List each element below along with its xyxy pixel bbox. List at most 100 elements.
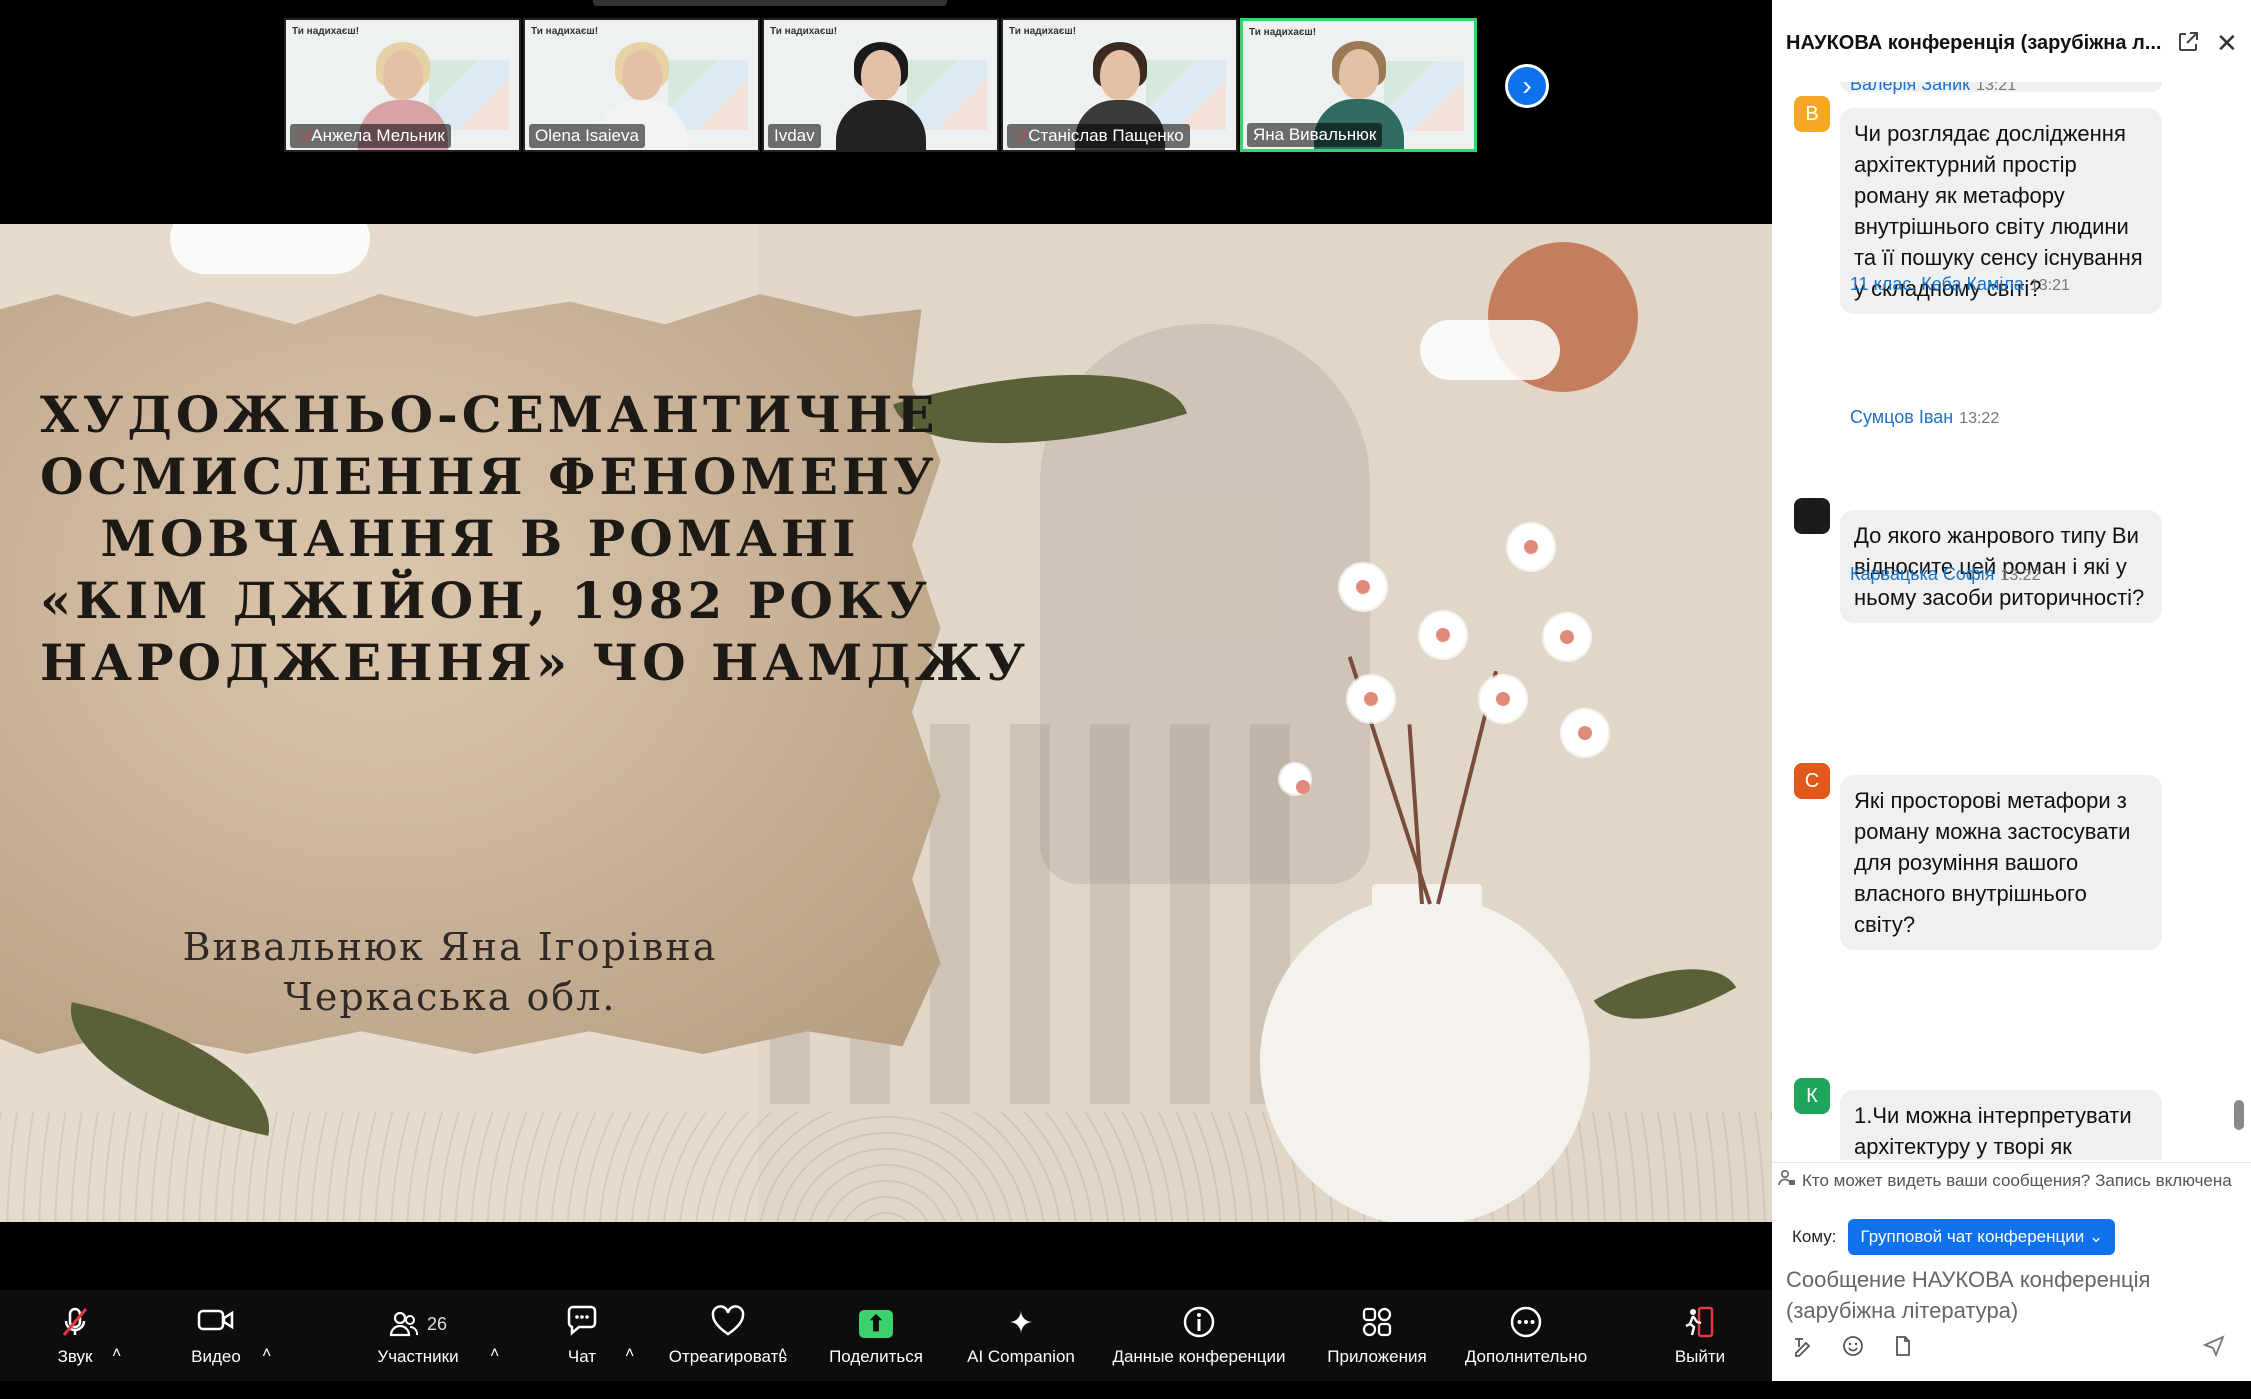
slide-title-line: Художньо-семантичне [40, 385, 939, 444]
participant-face [1338, 49, 1379, 99]
chat-messages[interactable]: Валерія Заник 13:21 В Чи розглядає дослідже… [1772, 82, 2251, 1160]
video-options-caret[interactable]: ˄ [262, 1308, 271, 1399]
message-author[interactable]: Сумцов Іван [1850, 407, 1953, 427]
apps-button[interactable]: Приложения [1322, 1290, 1432, 1381]
slide-title-line: народження» Чо Намджу [40, 633, 1030, 692]
participant-name: Olena Isaieva [535, 126, 639, 145]
leave-door-icon [1683, 1305, 1717, 1343]
slide-flower [1480, 676, 1526, 722]
participant-tile[interactable]: Ти надихаєш! Яна Вивальнюк [1240, 18, 1477, 152]
message-visibility-notice[interactable]: Кто может видеть ваши сообщения? Запись … [1772, 1162, 2251, 1198]
recipient-value: Групповой чат конференции [1860, 1227, 2085, 1246]
slide-author-name: Вивальнюк Яна Ігорівна [182, 925, 718, 969]
chat-title: НАУКОВА конференція (зарубіжна л... [1786, 32, 2162, 54]
audio-button[interactable]: Звук [36, 1290, 114, 1381]
apps-label: Приложения [1327, 1346, 1427, 1366]
message-bubble: Які просторові метафори з роману можна з… [1840, 775, 2162, 950]
participant-name-tag: 🎙̸ Станіслав Пащенко [1007, 124, 1190, 148]
slide-vase [1260, 896, 1590, 1222]
avatar: К [1794, 1078, 1830, 1114]
share-screen-button[interactable]: ⬆ Поделиться [826, 1290, 926, 1381]
audio-options-caret[interactable]: ˄ [112, 1308, 121, 1399]
format-text-icon[interactable] [1792, 1335, 1814, 1363]
tile-brand: Ти надихаєш! [1249, 27, 1317, 38]
person-lock-icon [1778, 1169, 1796, 1192]
participants-icon [389, 1311, 418, 1336]
chat-label: Чат [567, 1346, 597, 1366]
close-icon[interactable]: ✕ [2216, 28, 2238, 59]
filmstrip-next-button[interactable]: › [1505, 64, 1549, 108]
participant-name-tag: 🎙̸ Анжела Мельник [290, 124, 451, 148]
message-author[interactable]: Карвацька Софія [1850, 564, 1994, 584]
leave-button[interactable]: Выйти [1672, 1290, 1728, 1381]
participant-tile[interactable]: Ти надихаєш! 🎙̸ Анжела Мельник [284, 18, 521, 152]
mic-muted-icon [58, 1305, 92, 1343]
message-meta: Карвацька Софія 13:22 [1850, 564, 2040, 585]
react-options-caret[interactable]: ˄ [778, 1308, 787, 1399]
video-label: Видео [191, 1346, 241, 1366]
more-button[interactable]: Дополнительно [1456, 1290, 1596, 1381]
ai-companion-button[interactable]: ✦ AI Companion [962, 1290, 1080, 1381]
chat-button[interactable]: Чат [558, 1290, 606, 1381]
message-time: 13:22 [2000, 567, 2041, 584]
react-button[interactable]: Отреагировать [660, 1290, 796, 1381]
message-author[interactable]: 11 клас, Кеба Каміла [1850, 274, 2024, 294]
participant-name: Ivdav [774, 126, 815, 145]
recipient-select[interactable]: Групповой чат конференции ⌄ [1848, 1219, 2116, 1255]
message-meta: 11 клас, Кеба Каміла 13:21 [1850, 274, 2070, 295]
chat-scrollbar-thumb[interactable] [2234, 1100, 2244, 1130]
message-meta: Сумцов Іван 13:22 [1850, 407, 1999, 428]
participant-video [835, 40, 926, 150]
compose-toolbar [1792, 1335, 1914, 1363]
send-icon[interactable] [2202, 1334, 2226, 1364]
info-icon [1182, 1305, 1216, 1343]
react-label: Отреагировать [668, 1346, 788, 1366]
popout-icon[interactable] [2176, 30, 2200, 61]
slide-flower [1348, 676, 1394, 722]
share-label: Поделиться [829, 1346, 923, 1366]
participant-tile[interactable]: Ти надихаєш! 🎙̸ Станіслав Пащенко [1001, 18, 1238, 152]
participant-filmstrip: Ти надихаєш! 🎙̸ Анжела Мельник Ти надихаєш!… [284, 18, 1477, 152]
avatar [1794, 498, 1830, 534]
participant-face [1099, 50, 1140, 100]
message-author[interactable]: Валерія Заник [1850, 82, 1970, 94]
message-input[interactable]: Сообщение НАУКОВА конференція (зарубіжна… [1786, 1264, 2226, 1328]
slide-title: Художньо-семантичне осмислення феномену … [40, 384, 1030, 694]
tile-brand: Ти надихаєш! [1009, 26, 1077, 37]
slide-flower [1420, 612, 1466, 658]
tile-brand: Ти надихаєш! [292, 26, 360, 37]
video-button[interactable]: Видео [176, 1290, 256, 1381]
filmstrip-handle[interactable] [593, 0, 947, 6]
sparkle-icon: ✦ [1008, 1306, 1034, 1340]
chat-header: НАУКОВА конференція (зарубіжна л... ✕ [1772, 0, 2251, 94]
slide-author-region: Черкаська обл. [283, 975, 617, 1019]
slide-cloud [170, 224, 370, 274]
leave-label: Выйти [1674, 1346, 1726, 1366]
tile-brand: Ти надихаєш! [770, 26, 838, 37]
emoji-icon[interactable] [1842, 1335, 1864, 1363]
participant-tile[interactable]: Ти надихаєш! Olena Isaieva [523, 18, 760, 152]
mic-muted-icon: 🎙̸ [296, 127, 308, 145]
participant-body [835, 100, 926, 150]
message-time: 13:21 [1976, 82, 2017, 94]
message-visibility-text: Кто может видеть ваши сообщения? Запись … [1802, 1170, 2232, 1190]
meeting-info-button[interactable]: Данные конференции [1106, 1290, 1292, 1381]
shared-slide: Художньо-семантичне осмислення феномену … [0, 224, 1772, 1222]
recipient-row: Кому: Групповой чат конференции ⌄ [1792, 1219, 2116, 1255]
participants-count: 26 [426, 1313, 448, 1334]
participant-tile[interactable]: Ти надихаєш! Ivdav [762, 18, 999, 152]
avatar: В [1794, 96, 1830, 132]
meeting-toolbar: Звук ˄ Видео ˄ 26 Участники ˄ Чат ˄ Отре… [0, 1290, 1772, 1381]
participants-options-caret[interactable]: ˄ [490, 1308, 499, 1399]
video-camera-icon [197, 1305, 235, 1343]
chat-bubble-icon [565, 1305, 599, 1343]
participants-icon-row: 26 [389, 1305, 447, 1343]
slide-flower [1544, 614, 1590, 660]
participant-face [860, 50, 901, 100]
chat-panel: НАУКОВА конференція (зарубіжна л... ✕ Ва… [1772, 0, 2251, 1381]
slide-flower [1280, 764, 1310, 794]
file-attach-icon[interactable] [1892, 1335, 1914, 1363]
participants-button[interactable]: 26 Участники [368, 1290, 468, 1381]
slide-title-line: осмислення феномену [40, 447, 938, 506]
chat-options-caret[interactable]: ˄ [625, 1308, 634, 1399]
